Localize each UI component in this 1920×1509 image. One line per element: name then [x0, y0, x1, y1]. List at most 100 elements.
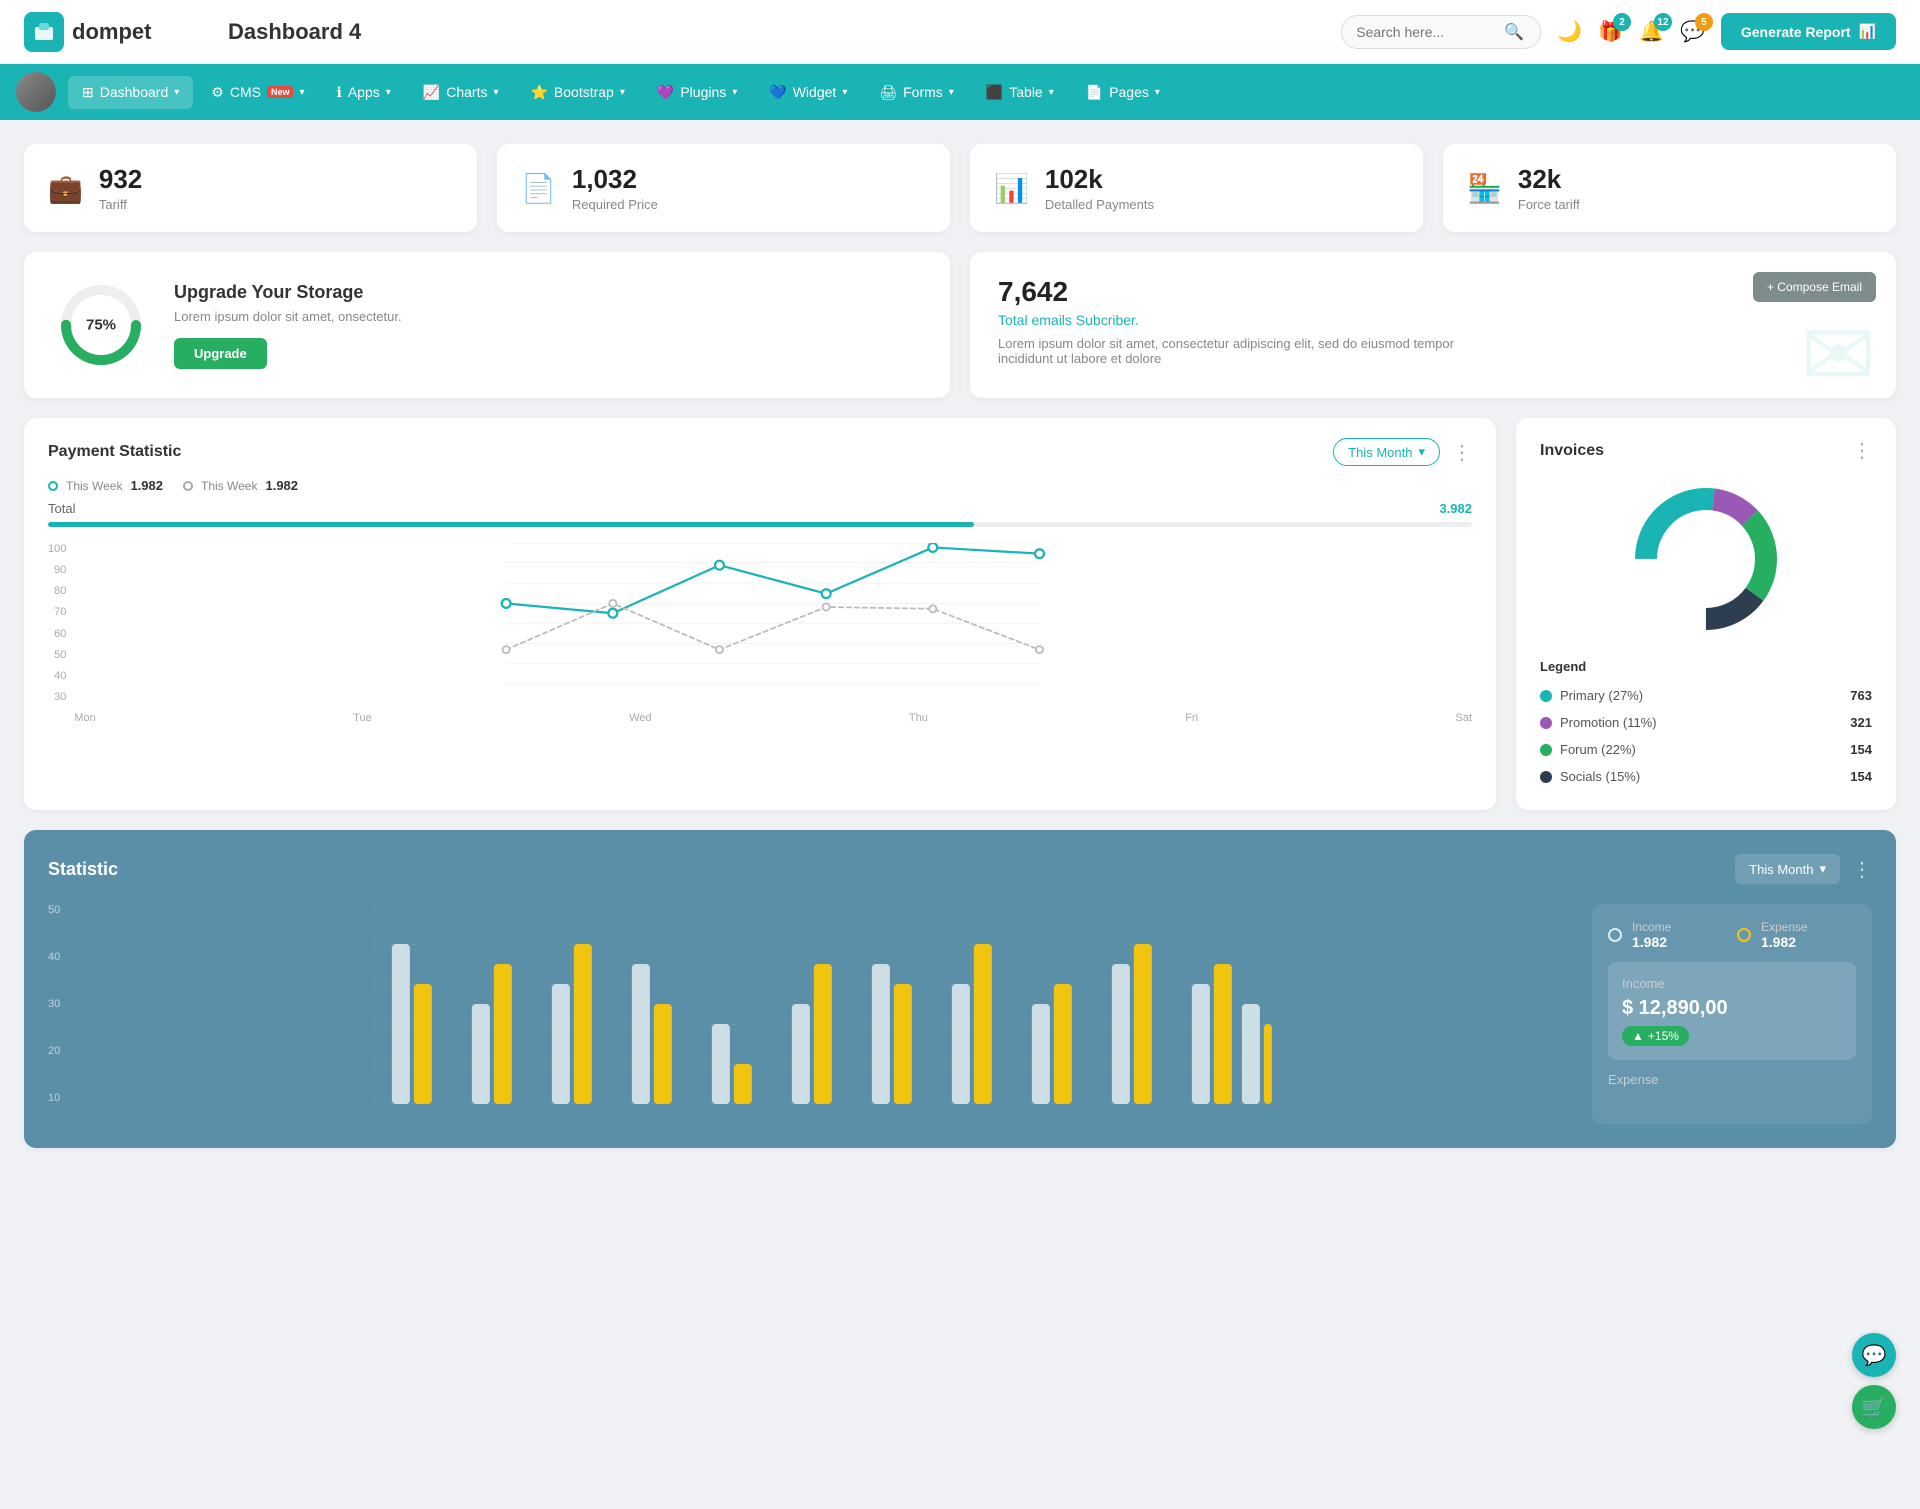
- legend-item-1: This Week 1.982: [48, 478, 163, 493]
- tariff-value: 932: [99, 164, 142, 195]
- storage-info: Upgrade Your Storage Lorem ipsum dolor s…: [174, 282, 402, 369]
- invoices-more-button[interactable]: ⋮: [1852, 438, 1872, 463]
- nav-label-cms: CMS: [230, 84, 261, 100]
- line-chart-svg: [74, 543, 1472, 703]
- chevron-down-icon-filter: ▾: [1418, 444, 1425, 460]
- gift-button[interactable]: 🎁2: [1598, 19, 1623, 44]
- logo-area: dompet: [24, 12, 204, 52]
- nav-item-widget[interactable]: 💙 Widget ▾: [755, 76, 861, 109]
- chevron-down-icon-table: ▾: [1049, 87, 1054, 98]
- nav-item-dashboard[interactable]: ⊞ Dashboard ▾: [68, 76, 193, 109]
- line-chart-container: Mon Tue Wed Thu Fri Sat: [74, 543, 1472, 724]
- nav-item-bootstrap[interactable]: ⭐ Bootstrap ▾: [516, 76, 638, 109]
- payments-icon: 📊: [994, 172, 1029, 205]
- legend-row-socials: Socials (15%) 154: [1540, 763, 1872, 790]
- bar-chart-icon: 📊: [1859, 23, 1876, 40]
- chevron-down-icon-bootstrap: ▾: [620, 87, 625, 98]
- statistic-card: Statistic This Month ▾ ⋮ 50 40 30 20 10: [24, 830, 1896, 1148]
- legend-val-1: 1.982: [130, 478, 163, 493]
- forum-count: 154: [1850, 742, 1872, 757]
- bell-button[interactable]: 🔔12: [1639, 19, 1664, 44]
- nav-label-apps: Apps: [348, 84, 380, 100]
- statistic-month-filter[interactable]: This Month ▾: [1735, 854, 1840, 884]
- storage-title: Upgrade Your Storage: [174, 282, 402, 303]
- legend-row-primary: Primary (27%) 763: [1540, 682, 1872, 709]
- invoices-donut-chart: [1540, 479, 1872, 639]
- stat-card-required-price: 📄 1,032 Required Price: [497, 144, 950, 232]
- email-description: Lorem ipsum dolor sit amet, consectetur …: [998, 336, 1498, 366]
- income-legend-val: 1.982: [1632, 934, 1727, 950]
- dark-mode-icon[interactable]: 🌙: [1557, 19, 1582, 44]
- stat-card-force-tariff: 🏪 32k Force tariff: [1443, 144, 1896, 232]
- nav-label-forms: Forms: [903, 84, 943, 100]
- brand-name: dompet: [72, 19, 151, 45]
- promotion-color: [1540, 717, 1552, 729]
- payments-label: Detalled Payments: [1045, 197, 1154, 212]
- nav-item-charts[interactable]: 📈 Charts ▾: [409, 76, 513, 109]
- progress-bar: [48, 522, 1472, 527]
- pages-icon: 📄: [1086, 84, 1103, 101]
- cms-icon: ⚙: [211, 84, 224, 101]
- search-box: 🔍: [1341, 15, 1541, 49]
- chevron-down-icon-widget: ▾: [842, 87, 847, 98]
- logo-icon: [24, 12, 64, 52]
- income-legend-label: Income: [1632, 920, 1727, 934]
- search-icon: 🔍: [1504, 22, 1524, 42]
- generate-report-button[interactable]: Generate Report 📊: [1721, 13, 1896, 50]
- user-avatar: [16, 72, 56, 112]
- income-legend-dot: [1608, 928, 1622, 942]
- legend-label-2: This Week: [201, 479, 257, 493]
- tariff-info: 932 Tariff: [99, 164, 142, 212]
- income-detail-box: Income $ 12,890,00 ▲ +15%: [1608, 962, 1856, 1060]
- compose-email-button[interactable]: + Compose Email: [1753, 272, 1876, 302]
- email-subtitle: Total emails Subcriber.: [998, 312, 1868, 328]
- float-buttons: 💬 🛒: [1852, 1333, 1896, 1429]
- expense-section-label: Expense: [1608, 1072, 1856, 1087]
- legend-title: Legend: [1540, 659, 1872, 674]
- nav-item-table[interactable]: ⬛ Table ▾: [972, 76, 1068, 109]
- nav-label-bootstrap: Bootstrap: [554, 84, 614, 100]
- chat-button[interactable]: 💬5: [1680, 19, 1705, 44]
- float-chat-button[interactable]: 💬: [1852, 1333, 1896, 1377]
- tariff-icon: 💼: [48, 172, 83, 205]
- chevron-down-icon-pages: ▾: [1155, 87, 1160, 98]
- statistic-more-button[interactable]: ⋮: [1852, 857, 1872, 882]
- chat-badge: 5: [1695, 13, 1713, 31]
- required-price-info: 1,032 Required Price: [572, 164, 658, 212]
- chevron-down-icon-stat: ▾: [1819, 861, 1826, 877]
- income-legend-info: Income 1.982: [1632, 920, 1727, 950]
- expense-legend-label: Expense: [1761, 920, 1856, 934]
- apps-icon: ℹ: [337, 84, 342, 101]
- forms-icon: 🖨: [879, 84, 897, 101]
- expense-legend-dot: [1737, 928, 1751, 942]
- required-price-label: Required Price: [572, 197, 658, 212]
- legend-dot-2: [183, 481, 193, 491]
- nav-label-pages: Pages: [1109, 84, 1149, 100]
- nav-item-pages[interactable]: 📄 Pages ▾: [1072, 76, 1174, 109]
- search-input[interactable]: [1356, 24, 1496, 40]
- nav-bar: ⊞ Dashboard ▾ ⚙ CMS New ▾ ℹ Apps ▾ 📈 Cha…: [0, 64, 1920, 120]
- nav-item-forms[interactable]: 🖨 Forms ▾: [865, 76, 967, 109]
- payment-more-button[interactable]: ⋮: [1452, 440, 1472, 465]
- socials-color: [1540, 771, 1552, 783]
- legend-label-1: This Week: [66, 479, 122, 493]
- float-cart-button[interactable]: 🛒: [1852, 1385, 1896, 1429]
- expense-legend-info: Expense 1.982: [1761, 920, 1856, 950]
- payments-value: 102k: [1045, 164, 1154, 195]
- payments-info: 102k Detalled Payments: [1045, 164, 1154, 212]
- invoices-legend: Legend Primary (27%) 763 Promotion (11%)…: [1540, 659, 1872, 790]
- nav-item-apps[interactable]: ℹ Apps ▾: [323, 76, 405, 109]
- income-legend-item: Income 1.982 Expense 1.982: [1608, 920, 1856, 950]
- bell-badge: 12: [1654, 13, 1672, 31]
- nav-item-cms[interactable]: ⚙ CMS New ▾: [197, 76, 318, 109]
- total-value: 3.982: [1439, 501, 1472, 516]
- upgrade-button[interactable]: Upgrade: [174, 338, 267, 369]
- nav-item-plugins[interactable]: 💜 Plugins ▾: [643, 76, 751, 109]
- invoices-header: Invoices ⋮: [1540, 438, 1872, 463]
- dashboard-icon: ⊞: [82, 84, 94, 101]
- header: dompet Dashboard 4 🔍 🌙 🎁2 🔔12 💬5 Generat…: [0, 0, 1920, 64]
- this-month-filter[interactable]: This Month ▾: [1333, 438, 1440, 466]
- chevron-down-icon-forms: ▾: [949, 87, 954, 98]
- email-count: 7,642: [998, 276, 1868, 308]
- bar-y-axis: 50 40 30 20 10: [48, 904, 68, 1124]
